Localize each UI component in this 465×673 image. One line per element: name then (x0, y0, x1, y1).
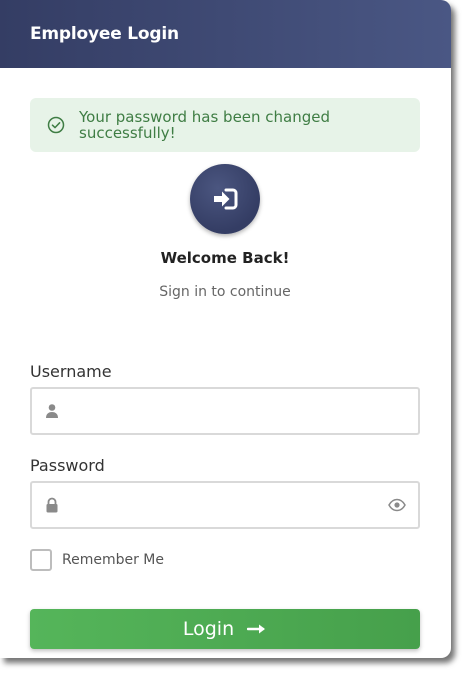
sign-in-icon (214, 188, 238, 210)
card-header: Employee Login (0, 0, 451, 68)
remember-me-checkbox[interactable] (30, 549, 52, 571)
success-alert: Your password has been changed successfu… (30, 98, 420, 152)
welcome-subtitle: Sign in to continue (159, 284, 291, 300)
check-circle-icon (47, 116, 65, 134)
lock-icon (46, 497, 58, 513)
sign-in-avatar (190, 164, 260, 234)
arrow-right-icon (247, 624, 266, 634)
username-input[interactable] (32, 389, 418, 433)
alert-message: Your password has been changed successfu… (79, 108, 331, 142)
username-field-wrap (30, 387, 420, 435)
eye-icon[interactable] (388, 498, 406, 512)
login-card: Employee Login Your password has been ch… (0, 0, 451, 658)
login-button-label: Login (182, 618, 235, 640)
username-label: Username (30, 362, 112, 381)
welcome-heading: Welcome Back! (160, 249, 290, 267)
password-input[interactable] (32, 483, 418, 527)
password-field-wrap (30, 481, 420, 529)
card-body: Your password has been changed successfu… (0, 98, 451, 649)
user-icon (46, 404, 58, 418)
remember-me-label[interactable]: Remember Me (62, 552, 164, 568)
remember-me-row: Remember Me (30, 549, 420, 571)
page-title: Employee Login (30, 24, 179, 44)
login-button[interactable]: Login (30, 609, 420, 649)
password-label: Password (30, 456, 105, 475)
avatar-wrap (30, 164, 420, 234)
